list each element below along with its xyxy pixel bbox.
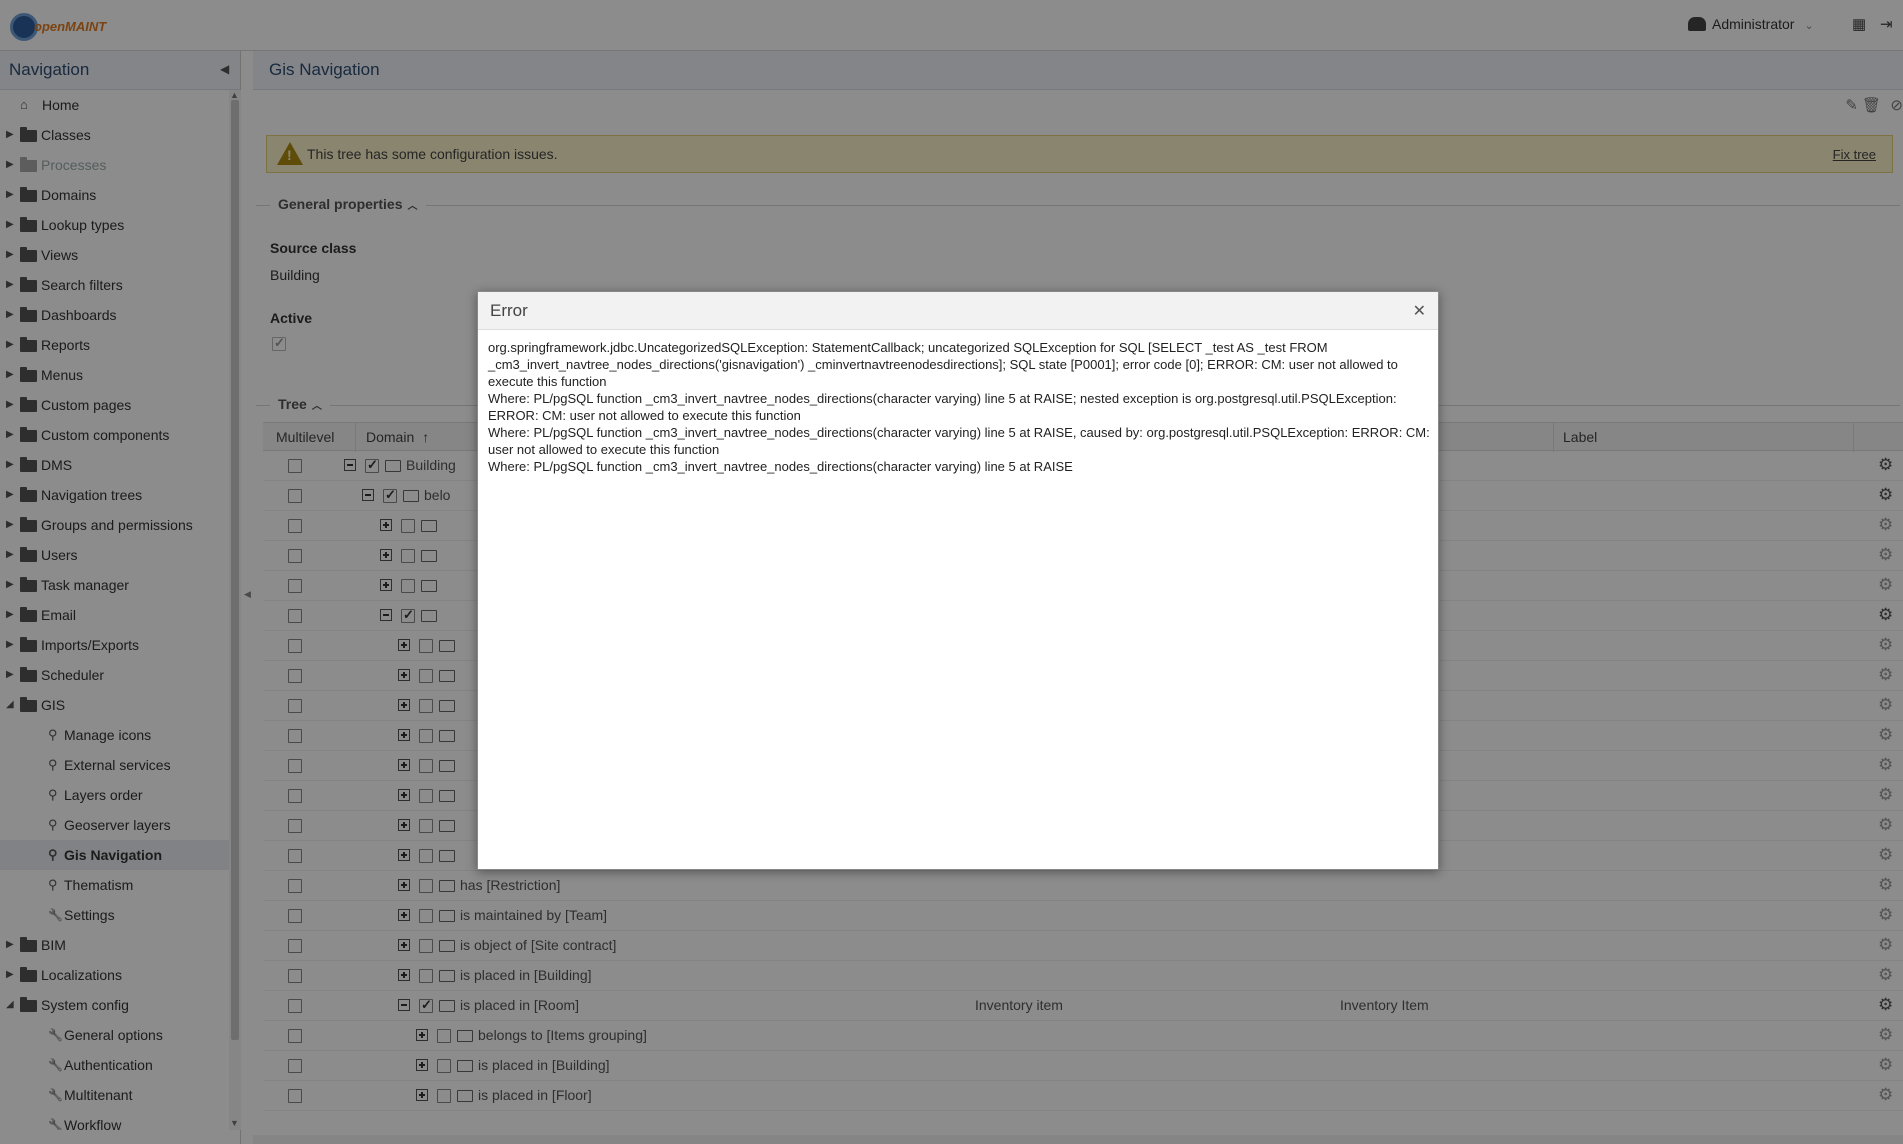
error-line: org.springframework.jdbc.UncategorizedSQ… <box>488 340 1398 389</box>
dialog-header: Error ✕ <box>478 292 1438 330</box>
error-dialog: Error ✕ org.springframework.jdbc.Uncateg… <box>477 291 1439 870</box>
error-line: Where: PL/pgSQL function _cm3_invert_nav… <box>488 391 1397 423</box>
close-icon[interactable]: ✕ <box>1413 301 1426 321</box>
dialog-title: Error <box>490 301 528 320</box>
error-message: org.springframework.jdbc.UncategorizedSQ… <box>488 339 1433 475</box>
error-line: Where: PL/pgSQL function _cm3_invert_nav… <box>488 459 1073 474</box>
error-line: Where: PL/pgSQL function _cm3_invert_nav… <box>488 425 1430 457</box>
